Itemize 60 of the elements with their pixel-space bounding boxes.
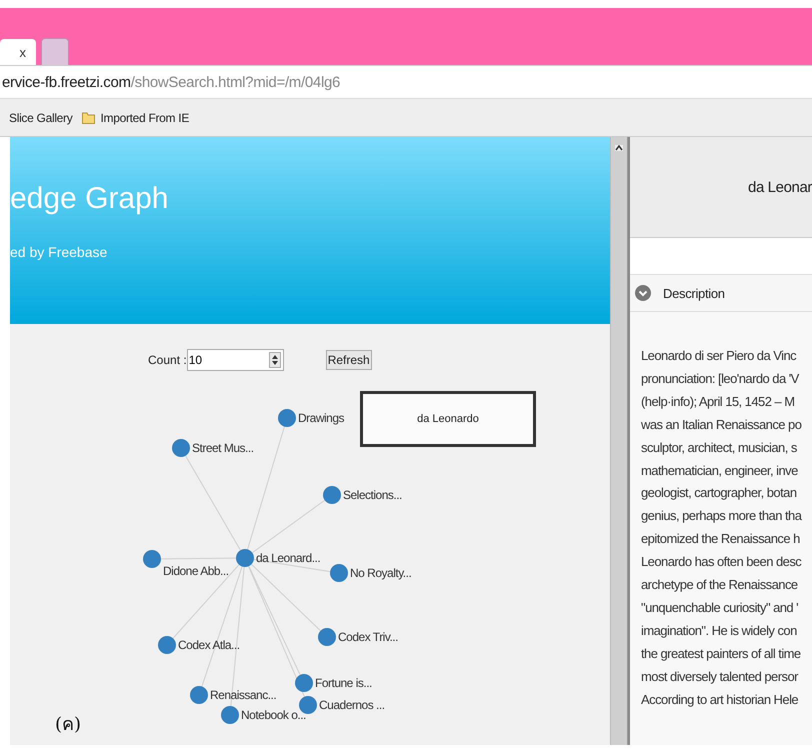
description-text: imagination". He is widely con: [641, 622, 798, 640]
description-text: According to art historian Hele: [641, 690, 800, 709]
figure-caption: (ค): [55, 713, 82, 737]
description-text: "unquenchable curiosity" and ': [641, 598, 800, 617]
page-title: edge Graph: [10, 182, 170, 216]
detail-title: da Leonar: [748, 178, 812, 196]
description-text: genius, perhaps more than tha: [641, 507, 803, 526]
graph-node: [295, 674, 313, 692]
description-text: Leonardo di ser Piero da Vinc: [641, 347, 798, 365]
folder-icon: [82, 112, 96, 124]
section-title: Description: [663, 286, 725, 300]
description-text: was an Italian Renaissance po: [641, 416, 802, 434]
address-bar[interactable]: ervice-fb.freetzi.com/showSearch.html?mid=/m/04lg6: [0, 65, 812, 99]
close-icon[interactable]: x: [20, 44, 26, 60]
node-label: Notebook o...: [241, 708, 306, 722]
graph-node: [318, 628, 336, 646]
description-text: the greatest painters of all time: [641, 644, 802, 663]
description-text: (help·info); April 15, 1452 – M: [641, 392, 796, 411]
node-label: Renaissanc...: [210, 688, 276, 702]
bookmark-item[interactable]: Slice Gallery: [9, 110, 72, 124]
description-text: pronunciation: [leo'nardo da 'V: [641, 370, 800, 388]
graph-node: [158, 636, 176, 654]
description-text: Leonardo has often been desc: [641, 553, 802, 572]
spinner-arrows-icon[interactable]: [268, 352, 281, 368]
count-field[interactable]: 10: [186, 349, 284, 371]
chevron-down-icon: [635, 285, 651, 301]
graph-node: [172, 439, 190, 457]
scroll-up-icon[interactable]: [615, 145, 623, 151]
url-text: ervice-fb.freetzi.com/showSearch.html?mid=/m/04lg6: [2, 74, 340, 90]
description-text: sculptor, architect, musician, s: [641, 438, 798, 457]
graph-node: [323, 486, 341, 504]
graph-node: [221, 706, 239, 724]
node-label: Street Mus...: [192, 441, 254, 455]
node-label: Codex Atla...: [178, 638, 240, 652]
description-text: mathematician, engineer, inve: [641, 462, 799, 480]
node-label: Codex Triv...: [338, 630, 398, 644]
bookmark-item[interactable]: Imported From IE: [82, 110, 190, 124]
page-subtitle: ed by Freebase: [10, 244, 108, 260]
node-label: No Royalty...: [350, 566, 412, 580]
graph-node: [143, 550, 161, 568]
scrollbar[interactable]: [610, 137, 628, 745]
node-label: Drawings: [298, 411, 344, 425]
graph-node: [190, 686, 208, 704]
refresh-button[interactable]: Refresh: [326, 350, 372, 370]
node-label: Selections...: [343, 488, 402, 502]
node-tooltip: da Leonardo: [360, 391, 536, 447]
graph-node: [236, 549, 254, 567]
browser-tab[interactable]: x: [0, 39, 36, 65]
graph-node: [278, 409, 296, 427]
count-label: Count :: [148, 353, 187, 367]
node-label: Didone Abb...: [163, 564, 229, 578]
node-label: Cuadernos ...: [319, 698, 385, 712]
description-text: archetype of the Renaissance: [641, 576, 799, 594]
description-text: epitomized the Renaissance h: [641, 530, 801, 548]
node-label: da Leonard...: [256, 551, 320, 565]
graph-node: [330, 564, 348, 582]
description-text: geologist, cartographer, botan: [641, 484, 798, 502]
graph-node: [299, 696, 317, 714]
description-text: most diversely talented persor: [641, 668, 800, 686]
node-label: Fortune is...: [315, 676, 372, 690]
